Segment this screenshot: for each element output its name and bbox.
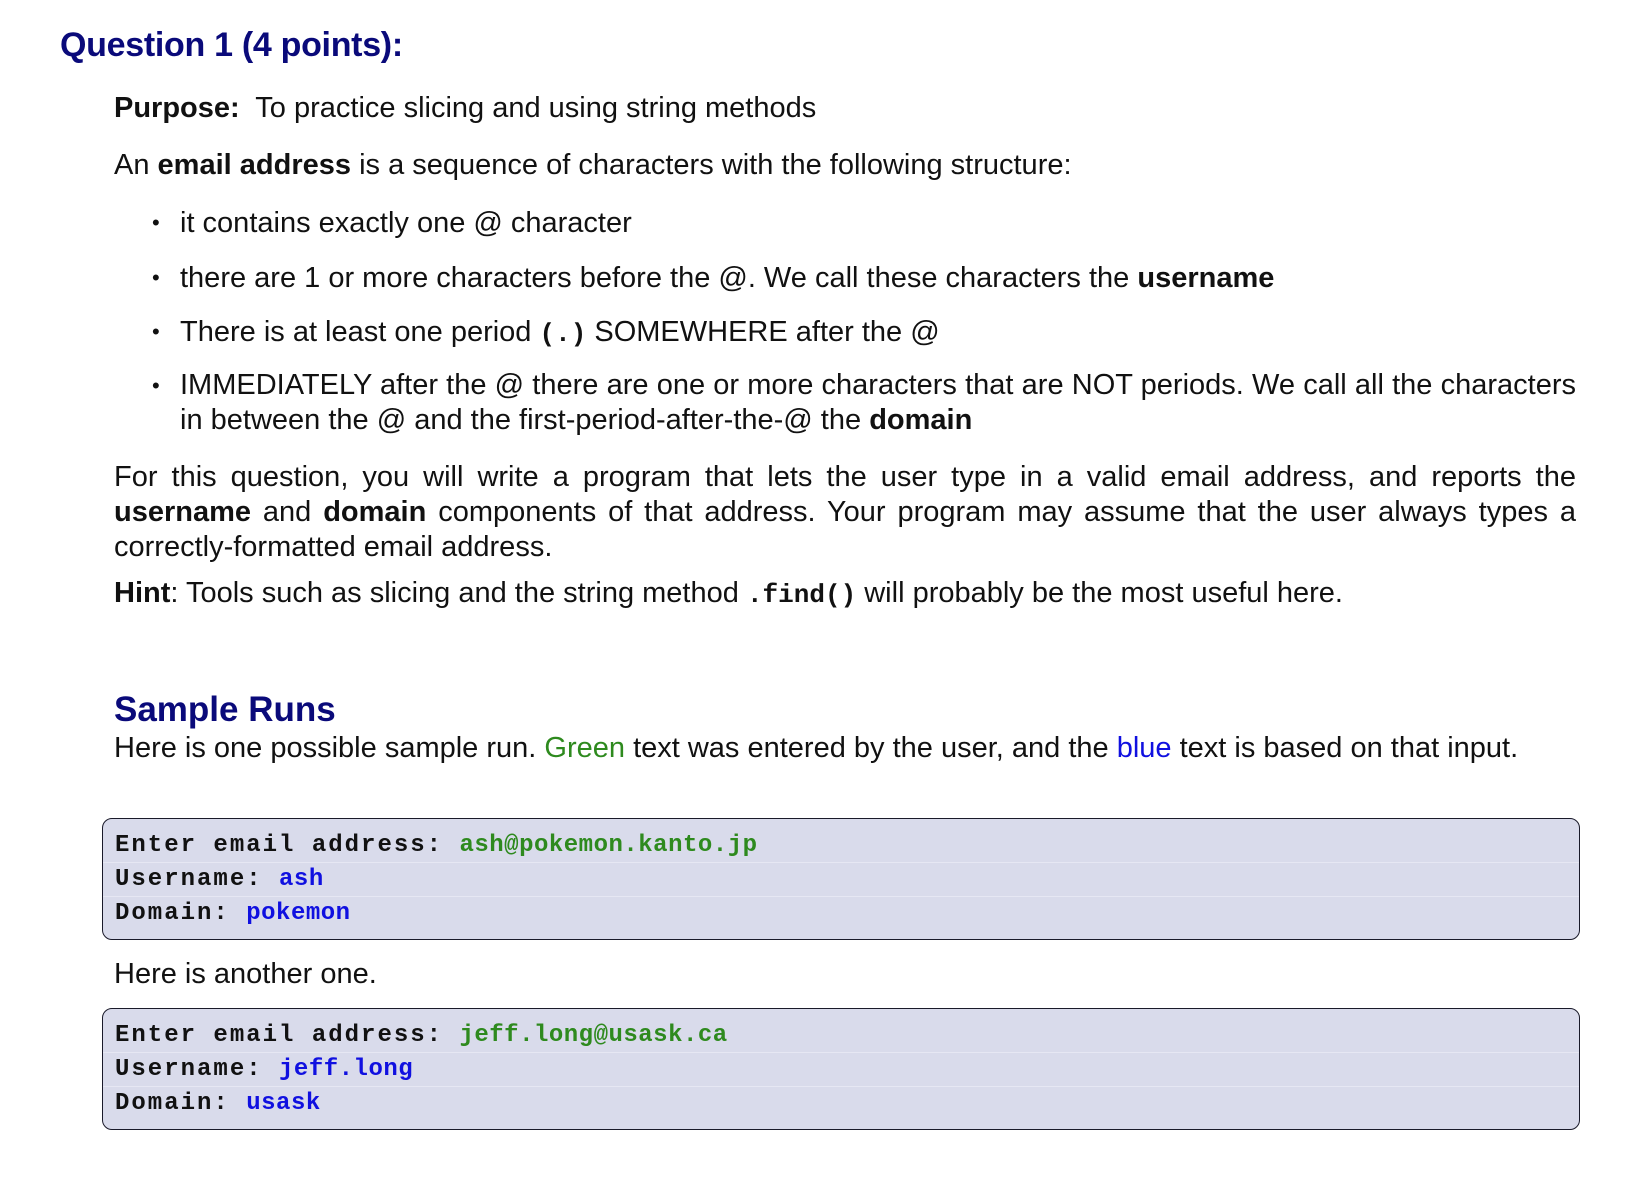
user-input: ash@pokemon.kanto.jp (459, 832, 758, 859)
list-item-text: there are 1 or more characters before th… (180, 262, 1130, 294)
sample-run-2-console: Enter email address: jeff.long@usask.ca … (102, 1008, 1580, 1130)
find-method-code: .find() (746, 580, 857, 610)
console-line: Domain: pokemon (103, 897, 1579, 930)
period-code: (.) (539, 319, 587, 349)
sample-intro-mid: text was entered by the user, and the (633, 732, 1109, 764)
purpose-line: Purpose: To practice slicing and using s… (114, 90, 1576, 126)
bullet-icon: • (152, 373, 160, 398)
username-term: username (114, 496, 252, 528)
purpose-text: To practice slicing and using string met… (255, 92, 817, 124)
green-word: Green (544, 732, 625, 764)
list-item-text: it contains exactly one @ character (180, 207, 632, 239)
hint-post: will probably be the most useful here. (864, 577, 1343, 609)
sample-intro-post: text is based on that input. (1179, 732, 1519, 764)
hint-pre: : Tools such as slicing and the string m… (170, 577, 739, 609)
domain-label: Domain: (115, 900, 230, 927)
structure-list: • it contains exactly one @ character (152, 205, 1576, 241)
hint-paragraph: Hint: Tools such as slicing and the stri… (114, 575, 1576, 613)
between-runs-text: Here is another one. (114, 956, 1576, 992)
domain-term: domain (323, 496, 427, 528)
structure-list: • there are 1 or more characters before t… (152, 260, 1576, 296)
bullet-icon: • (152, 265, 160, 290)
blue-word: blue (1116, 732, 1172, 764)
structure-list: • IMMEDIATELY after the @ there are one o… (152, 368, 1576, 438)
task-paragraph: For this question, you will write a prog… (114, 460, 1576, 565)
list-item: • IMMEDIATELY after the @ there are one o… (152, 368, 1576, 438)
between-text: Here is another one. (114, 958, 377, 990)
purpose-label: Purpose: (114, 92, 240, 124)
console-prompt: Enter email address: (115, 832, 444, 859)
sample-intro-pre: Here is one possible sample run. (114, 732, 537, 764)
username-label: Username: (115, 866, 263, 893)
domain-output: usask (246, 1090, 321, 1117)
username-label: Username: (115, 1056, 263, 1083)
list-item: • it contains exactly one @ character (152, 205, 1576, 241)
list-item: • There is at least one period (.) SOMEWH… (152, 314, 1576, 352)
list-item-text-post: SOMEWHERE after the @ (594, 316, 940, 348)
console-line: Domain: usask (103, 1087, 1579, 1120)
username-term: username (1137, 262, 1275, 294)
username-output: jeff.long (279, 1056, 414, 1083)
domain-label: Domain: (115, 1090, 230, 1117)
user-input: jeff.long@usask.ca (459, 1022, 728, 1049)
console-line: Enter email address: jeff.long@usask.ca (103, 1019, 1579, 1053)
intro-post: is a sequence of characters with the fol… (359, 149, 1072, 181)
domain-term: domain (869, 404, 973, 436)
console-prompt: Enter email address: (115, 1022, 444, 1049)
console-line: Username: ash (103, 863, 1579, 897)
list-item: • there are 1 or more characters before t… (152, 260, 1576, 296)
domain-output: pokemon (246, 900, 351, 927)
console-line: Username: jeff.long (103, 1053, 1579, 1087)
task-pre: For this question, you will write a prog… (114, 461, 1576, 493)
intro-paragraph: An email address is a sequence of charac… (114, 147, 1576, 183)
sample-run-1-console: Enter email address: ash@pokemon.kanto.j… (102, 818, 1580, 940)
username-output: ash (279, 866, 324, 893)
structure-list: • There is at least one period (.) SOMEWH… (152, 314, 1576, 352)
question-title: Question 1 (4 points): (60, 26, 403, 64)
sample-runs-heading: Sample Runs (114, 690, 336, 729)
bullet-icon: • (152, 319, 160, 344)
console-line: Enter email address: ash@pokemon.kanto.j… (103, 829, 1579, 863)
sample-intro: Here is one possible sample run. Green t… (114, 731, 1576, 766)
email-address-term: email address (157, 149, 351, 181)
task-mid: and (262, 496, 312, 528)
hint-label: Hint (114, 577, 171, 609)
intro-pre: An (114, 149, 150, 181)
list-item-text: There is at least one period (180, 316, 532, 348)
bullet-icon: • (152, 210, 160, 235)
